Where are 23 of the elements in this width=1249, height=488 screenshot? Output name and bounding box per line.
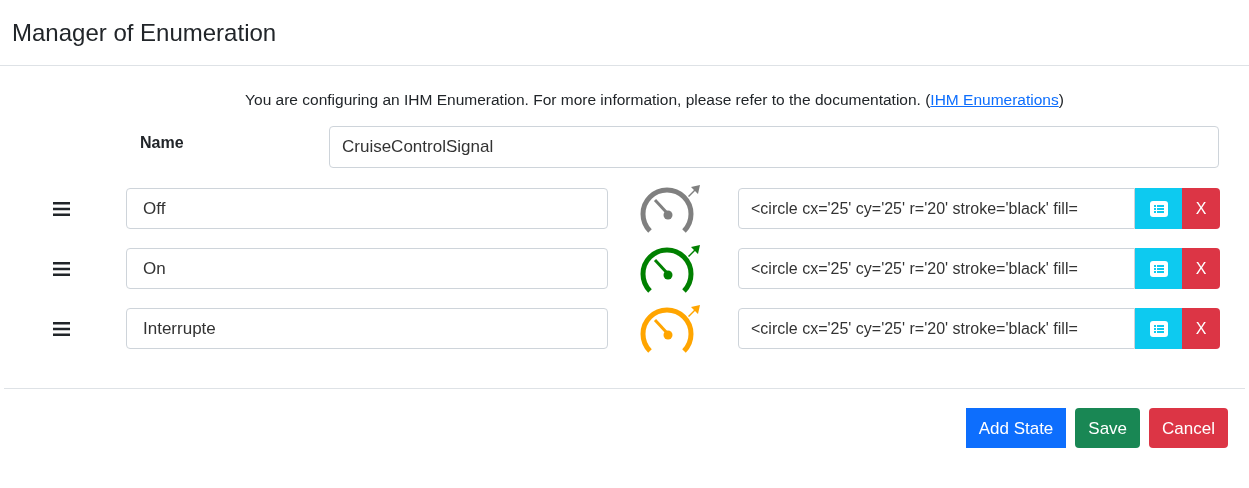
- svg-code-field[interactable]: <circle cx='25' cy='25' r='20' stroke='black' fill=: [738, 248, 1135, 290]
- name-label: Name: [140, 133, 185, 154]
- delete-button[interactable]: X: [1182, 308, 1220, 350]
- svg-code-field[interactable]: <circle cx='25' cy='25' r='20' stroke='black' fill=: [738, 188, 1135, 230]
- footer-button[interactable]: Save: [1075, 408, 1141, 449]
- footer-button[interactable]: Add State: [965, 408, 1067, 449]
- delete-button[interactable]: X: [1182, 248, 1220, 290]
- list-icon: [1149, 200, 1168, 217]
- info-text: You are configuring an IHM Enumeration. For more information, please refer to the documentation. (IHM Enumerations): [245, 90, 1064, 110]
- state-name-field[interactable]: Interrupte: [126, 308, 608, 350]
- state-name-field[interactable]: Off: [126, 188, 608, 230]
- drag-handle-icon[interactable]: [53, 201, 70, 216]
- state-name-field[interactable]: On: [126, 248, 608, 290]
- svg-code-field[interactable]: <circle cx='25' cy='25' r='20' stroke='black' fill=: [738, 308, 1135, 350]
- dialog-title: Manager of Enumeration: [12, 17, 277, 48]
- delete-button[interactable]: X: [1182, 188, 1220, 230]
- list-icon: [1149, 260, 1168, 277]
- list-icon: [1149, 320, 1168, 337]
- drag-handle-icon[interactable]: [53, 261, 70, 276]
- drag-handle-icon[interactable]: [53, 321, 70, 336]
- name-field[interactable]: CruiseControlSignal: [329, 126, 1219, 169]
- footer-button[interactable]: Cancel: [1149, 408, 1228, 449]
- documentation-link[interactable]: IHM Enumerations: [930, 91, 1059, 108]
